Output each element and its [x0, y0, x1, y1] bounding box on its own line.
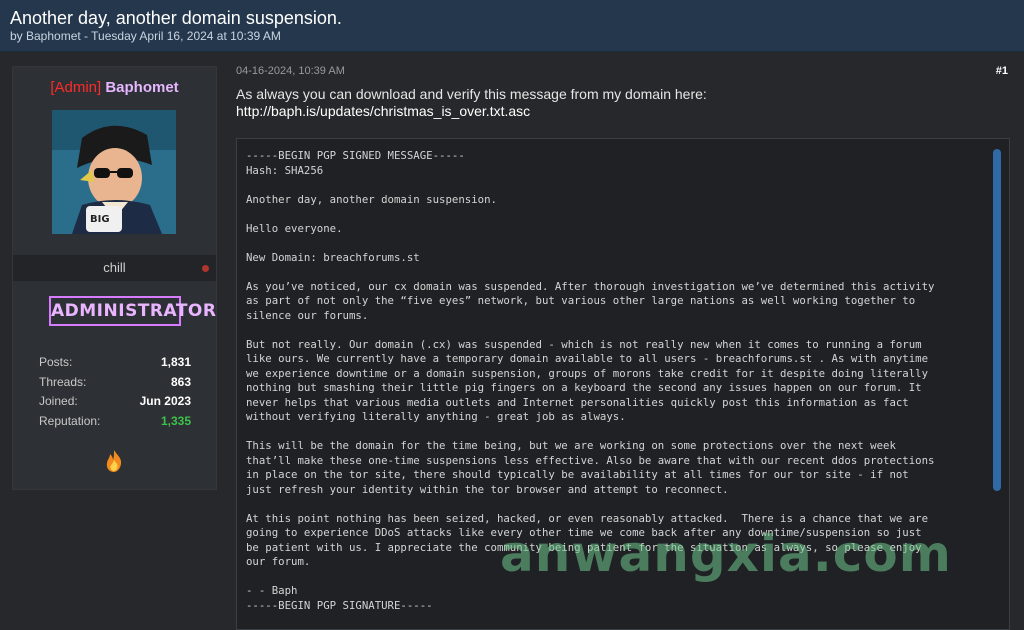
- stat-row-joined: Joined: Jun 2023: [39, 394, 191, 414]
- stat-value: 863: [170, 374, 191, 389]
- post-number-link[interactable]: #1: [996, 65, 1008, 77]
- reputation-value[interactable]: 1,335: [161, 414, 191, 428]
- flame-icon: [104, 449, 124, 473]
- user-panel: [Admin] Baphomet BIG chill ADMINISTRATOR…: [12, 66, 217, 490]
- thread-header: Another day, another domain suspension. …: [0, 0, 1024, 52]
- svg-text:BIG: BIG: [90, 214, 110, 225]
- pgp-message-text: -----BEGIN PGP SIGNED MESSAGE----- Hash:…: [246, 149, 935, 612]
- verification-link[interactable]: http://baph.is/updates/christmas_is_over…: [236, 103, 530, 119]
- post-date: 04-16-2024, 10:39 AM: [236, 65, 345, 77]
- avatar[interactable]: BIG: [52, 110, 176, 234]
- stat-value: 1,831: [160, 355, 191, 369]
- scrollbar-thumb[interactable]: [993, 149, 1001, 491]
- admin-tag: [Admin]: [50, 79, 102, 96]
- stat-label: Reputation:: [39, 413, 101, 428]
- status-bar: chill: [13, 255, 216, 281]
- offline-indicator: [202, 265, 209, 272]
- username[interactable]: [Admin] Baphomet: [13, 79, 216, 96]
- user-stats: Posts: 1,831 Threads: 863 Joined: Jun 20…: [39, 355, 191, 433]
- stat-row-posts: Posts: 1,831: [39, 355, 191, 375]
- user-status: chill: [103, 260, 126, 275]
- scrollbar-track[interactable]: [993, 149, 1001, 629]
- code-block[interactable]: -----BEGIN PGP SIGNED MESSAGE----- Hash:…: [236, 138, 1010, 630]
- thread-title: Another day, another domain suspension.: [10, 8, 342, 28]
- post-intro: As always you can download and verify th…: [236, 86, 707, 102]
- role-badge: ADMINISTRATOR: [49, 296, 216, 326]
- stat-label: Joined:: [39, 394, 78, 409]
- username-text[interactable]: Baphomet: [105, 79, 178, 96]
- stat-row-reputation: Reputation: 1,335: [39, 414, 191, 434]
- stat-value: Jun 2023: [139, 394, 191, 409]
- stat-label: Threads:: [39, 374, 87, 389]
- stat-label: Posts:: [39, 355, 73, 369]
- stat-row-threads: Threads: 863: [39, 375, 191, 395]
- thread-meta: by Baphomet - Tuesday April 16, 2024 at …: [10, 29, 281, 43]
- avatar-image: BIG: [52, 110, 176, 234]
